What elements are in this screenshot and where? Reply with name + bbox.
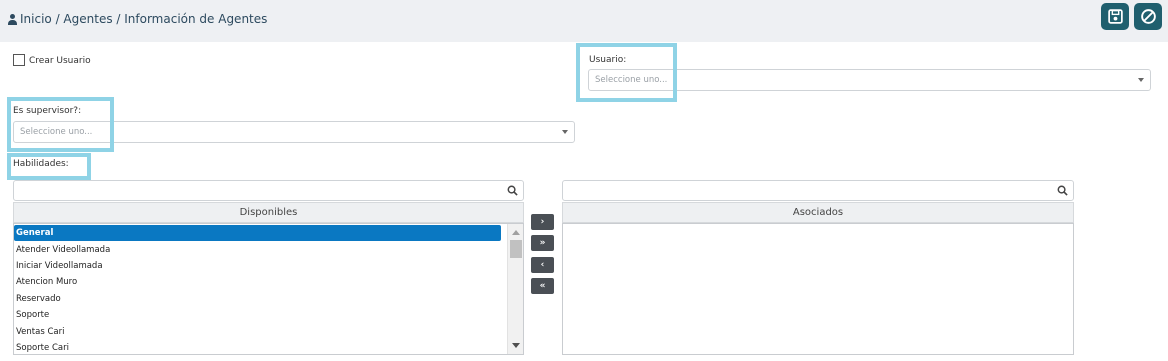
- cancel-button[interactable]: [1134, 3, 1162, 30]
- chevron-down-icon: [1138, 78, 1144, 82]
- available-scrollbar[interactable]: [507, 224, 523, 354]
- save-button[interactable]: [1101, 3, 1129, 30]
- chevron-left-icon: ‹: [540, 260, 545, 270]
- available-search-input[interactable]: [13, 180, 524, 201]
- move-selected-button[interactable]: ›: [531, 214, 554, 230]
- associated-search-input[interactable]: [562, 180, 1074, 201]
- supervisor-label: Es supervisor?:: [13, 106, 82, 116]
- chevron-down-icon: [562, 130, 568, 134]
- remove-selected-button[interactable]: ‹: [531, 257, 554, 273]
- remove-all-button[interactable]: «: [531, 278, 554, 294]
- breadcrumb: Inicio / Agentes / Información de Agente…: [8, 12, 267, 26]
- associated-header: Asociados: [562, 202, 1074, 223]
- double-chevron-right-icon: »: [539, 238, 546, 248]
- habilidades-label: Habilidades:: [13, 159, 69, 169]
- move-all-button[interactable]: »: [531, 235, 554, 251]
- available-header: Disponibles: [13, 202, 524, 223]
- usuario-label: Usuario:: [589, 55, 627, 65]
- list-item[interactable]: Iniciar Videollamada: [14, 258, 505, 274]
- usuario-select-value: Seleccione uno...: [595, 75, 668, 85]
- double-chevron-left-icon: «: [539, 281, 546, 291]
- list-item[interactable]: Soporte: [14, 307, 505, 323]
- usuario-select[interactable]: Seleccione uno...: [588, 69, 1151, 91]
- user-icon: [8, 13, 17, 25]
- breadcrumb-text: Inicio / Agentes / Información de Agente…: [20, 12, 268, 26]
- list-item[interactable]: Ventas Cari: [14, 323, 505, 339]
- scroll-up-icon[interactable]: [512, 230, 520, 235]
- list-item[interactable]: Soporte Cari: [14, 340, 505, 354]
- search-icon: [507, 185, 518, 196]
- list-item[interactable]: General: [14, 225, 501, 242]
- list-item[interactable]: Reservado: [14, 291, 505, 307]
- chevron-right-icon: ›: [540, 217, 545, 227]
- scroll-down-icon[interactable]: [512, 343, 520, 348]
- page-header: Inicio / Agentes / Información de Agente…: [0, 0, 1168, 42]
- list-item[interactable]: Atencion Muro: [14, 274, 505, 290]
- available-list[interactable]: General Atender Videollamada Iniciar Video…: [13, 223, 524, 355]
- crear-usuario-label: Crear Usuario: [29, 56, 91, 66]
- associated-list[interactable]: [562, 223, 1074, 355]
- search-icon: [1057, 185, 1068, 196]
- crear-usuario-checkbox[interactable]: [13, 54, 25, 66]
- save-icon: [1107, 9, 1123, 24]
- scroll-thumb[interactable]: [510, 240, 522, 258]
- supervisor-select[interactable]: Seleccione uno...: [13, 121, 575, 143]
- list-item[interactable]: Atender Videollamada: [14, 241, 505, 257]
- cancel-icon: [1140, 9, 1156, 24]
- supervisor-select-value: Seleccione uno...: [20, 127, 93, 137]
